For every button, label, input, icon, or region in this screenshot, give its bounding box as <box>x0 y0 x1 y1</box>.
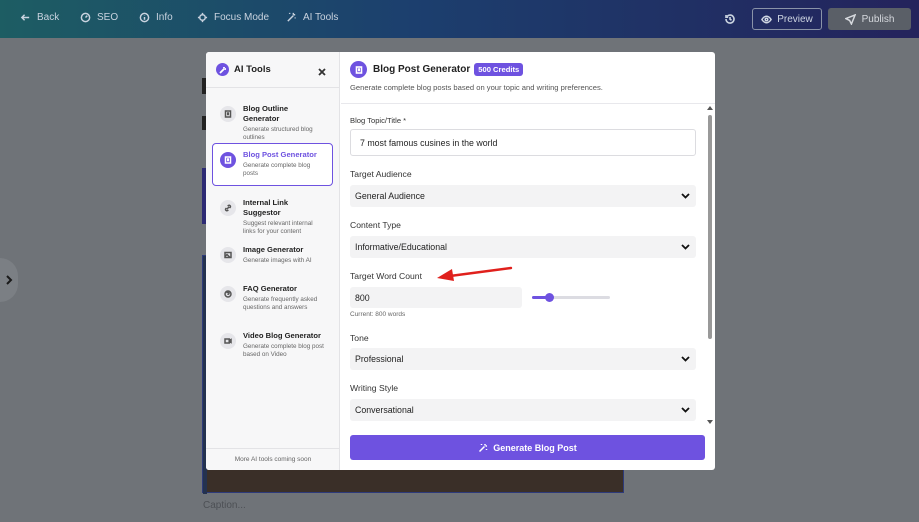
scroll-down-arrow[interactable] <box>707 420 713 424</box>
top-toolbar: Back SEO Info Focus Mode AI Tools Previe… <box>0 0 919 38</box>
caption-input[interactable]: Caption... <box>203 500 246 511</box>
content-type-select[interactable]: Informative/Educational <box>350 236 696 258</box>
publish-button[interactable]: Publish <box>828 8 911 30</box>
topic-input[interactable]: 7 most famous cusines in the world <box>350 129 696 156</box>
sidebar-title: AI Tools <box>234 64 271 75</box>
credits-badge: 500 Credits <box>474 63 524 76</box>
tool-video-blog-generator[interactable]: Video Blog Generator Generate complete b… <box>212 324 333 366</box>
form-scrollbar[interactable] <box>706 106 714 424</box>
tool-internal-link-suggestor[interactable]: Internal Link Suggestor Suggest relevant… <box>212 191 333 243</box>
tone-select[interactable]: Professional <box>350 348 696 370</box>
word-count-input[interactable]: 800 <box>350 287 522 308</box>
tool-blog-post-generator[interactable]: Blog Post Generator Generate complete bl… <box>212 143 333 186</box>
ai-tools-button[interactable]: AI Tools <box>286 12 338 23</box>
blog-post-generator-panel: Blog Post Generator 500 Credits Generate… <box>341 52 715 470</box>
question-icon <box>220 286 236 302</box>
writing-style-label: Writing Style <box>350 383 399 393</box>
preview-button[interactable]: Preview <box>752 8 822 30</box>
sidebar-toggle[interactable] <box>0 258 18 302</box>
document-icon <box>220 106 236 122</box>
scroll-thumb[interactable] <box>708 115 712 339</box>
info-icon <box>139 12 150 23</box>
topic-label: Blog Topic/Title * <box>350 116 407 125</box>
chevron-down-icon <box>681 243 690 251</box>
tool-faq-generator[interactable]: FAQ Generator Generate frequently asked … <box>212 277 333 319</box>
ai-tools-sidebar: AI Tools Blog Outline Generator Generate… <box>206 52 340 470</box>
word-count-current: Current: 800 words <box>350 311 406 318</box>
focus-mode-button[interactable]: Focus Mode <box>197 12 269 23</box>
tone-label: Tone <box>350 333 369 343</box>
word-count-slider[interactable] <box>532 293 610 302</box>
focus-icon <box>197 12 208 23</box>
panel-title: Blog Post Generator <box>373 64 471 75</box>
magic-wand-icon <box>479 443 488 452</box>
panel-subtitle: Generate complete blog posts based on yo… <box>350 83 603 92</box>
gauge-icon <box>80 12 91 23</box>
arrow-left-icon <box>20 14 30 21</box>
magic-wand-icon <box>287 12 296 22</box>
content-type-label: Content Type <box>350 220 401 230</box>
chevron-down-icon <box>681 355 690 363</box>
sidebar-header: AI Tools <box>206 52 339 88</box>
seo-button[interactable]: SEO <box>80 12 118 23</box>
word-count-label: Target Word Count <box>350 271 422 281</box>
history-button[interactable] <box>724 12 736 24</box>
link-icon <box>220 200 236 216</box>
annotation-arrow-icon <box>437 266 513 281</box>
panel-header: Blog Post Generator 500 Credits Generate… <box>341 52 715 104</box>
tool-blog-outline-generator[interactable]: Blog Outline Generator Generate structur… <box>212 97 333 149</box>
image-icon <box>220 247 236 263</box>
post-icon <box>220 152 236 168</box>
chevron-down-icon <box>681 192 690 200</box>
history-icon <box>725 14 735 24</box>
tool-image-generator[interactable]: Image Generator Generate images with AI <box>212 238 333 272</box>
close-icon <box>318 68 326 76</box>
generator-form: Blog Topic/Title * 7 most famous cusines… <box>350 104 698 429</box>
slider-knob[interactable] <box>544 293 554 302</box>
audience-select[interactable]: General Audience <box>350 185 696 207</box>
audience-label: Target Audience <box>350 169 412 179</box>
video-icon <box>220 333 236 349</box>
send-icon <box>844 13 856 25</box>
chevron-down-icon <box>681 406 690 414</box>
post-icon <box>350 61 367 78</box>
sidebar-footer: More AI tools coming soon <box>206 448 340 470</box>
eye-icon <box>761 15 773 23</box>
chevron-right-icon <box>6 275 13 285</box>
close-button[interactable] <box>317 64 327 76</box>
back-button[interactable]: Back <box>20 12 59 23</box>
ai-tools-modal: AI Tools Blog Outline Generator Generate… <box>206 52 715 470</box>
generate-blog-post-button[interactable]: Generate Blog Post <box>350 435 705 460</box>
writing-style-select[interactable]: Conversational <box>350 399 696 421</box>
sparkle-icon <box>216 63 229 76</box>
scroll-up-arrow[interactable] <box>707 106 713 110</box>
info-button[interactable]: Info <box>139 12 173 23</box>
